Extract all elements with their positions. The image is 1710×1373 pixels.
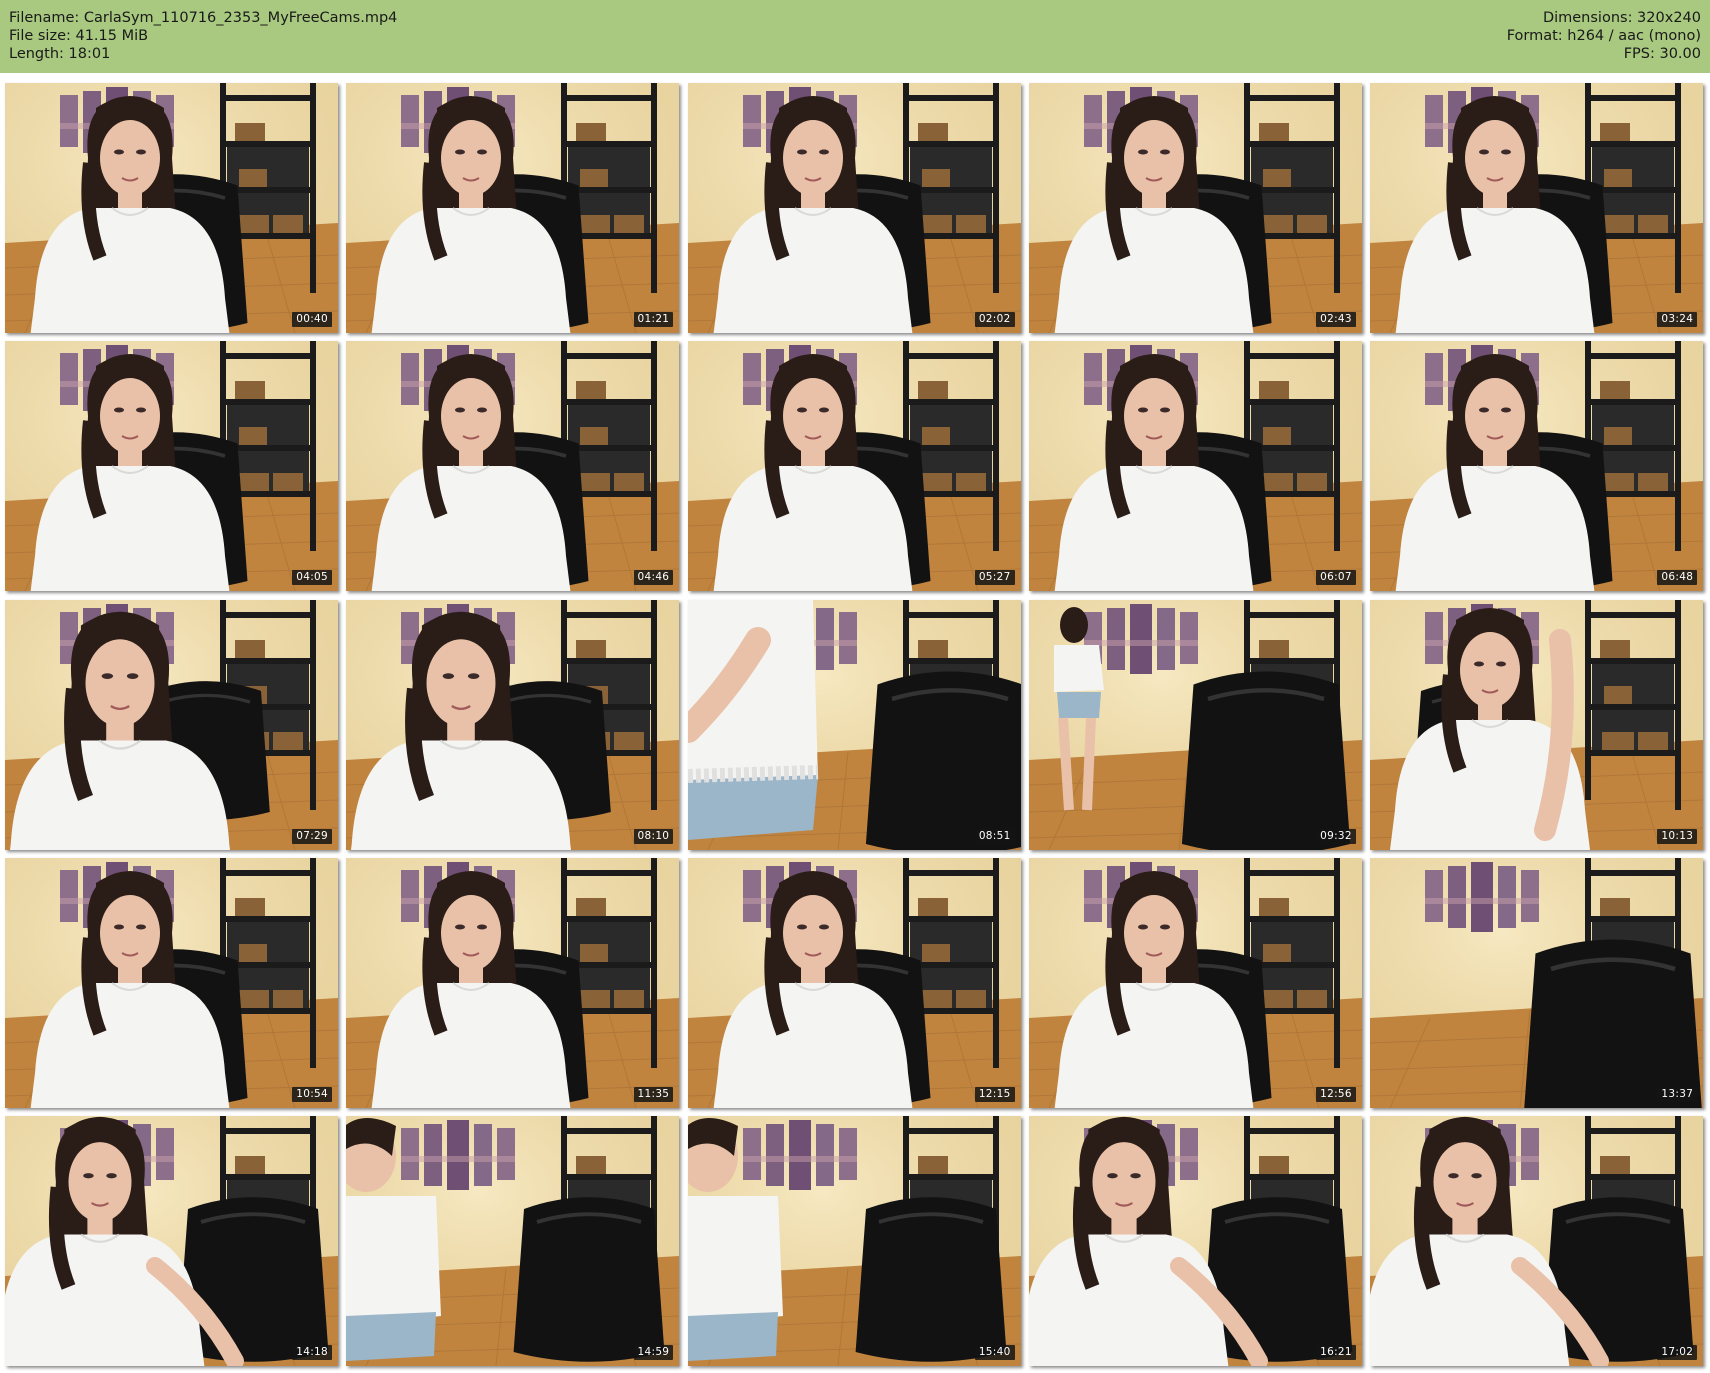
length-text: Length: 18:01 (9, 46, 111, 62)
video-thumbnail: 08:10 (346, 599, 680, 850)
video-thumbnail: 13:37 (1370, 857, 1704, 1108)
timestamp-label: 12:15 (974, 1086, 1015, 1102)
frame-image (346, 1116, 680, 1367)
dimensions-text: Dimensions: 320x240 (1542, 10, 1701, 26)
timestamp-label: 04:05 (292, 570, 332, 586)
timestamp-label: 17:02 (1657, 1345, 1698, 1361)
frame-image (346, 857, 680, 1108)
frame-image (346, 83, 680, 333)
frame-image (346, 341, 680, 592)
video-thumbnail: 06:07 (1028, 341, 1362, 592)
timestamp-label: 05:27 (974, 570, 1015, 586)
timestamp-label: 06:48 (1657, 570, 1698, 586)
timestamp-label: 02:02 (974, 312, 1015, 327)
frame-image (1028, 83, 1362, 333)
video-thumbnail: 02:43 (1028, 83, 1362, 333)
timestamp-label: 03:24 (1657, 312, 1698, 327)
frame-image (5, 599, 338, 850)
frame-image (687, 83, 1021, 333)
video-thumbnail: 04:46 (346, 341, 680, 592)
timestamp-label: 16:21 (1316, 1345, 1356, 1361)
frame-image (1028, 1116, 1362, 1367)
video-thumbnail: 05:27 (687, 341, 1021, 592)
timestamp-label: 11:35 (633, 1086, 674, 1102)
frame-image (1028, 857, 1362, 1108)
timestamp-label: 10:54 (292, 1086, 332, 1102)
frame-image (5, 1116, 338, 1367)
timestamp-label: 06:07 (1316, 570, 1356, 586)
video-thumbnail: 14:59 (346, 1116, 680, 1367)
frame-image (1028, 599, 1362, 850)
info-header: Filename: CarlaSym_110716_2353_MyFreeCam… (0, 0, 1710, 73)
video-thumbnail: 03:24 (1370, 83, 1704, 333)
timestamp-label: 00:40 (292, 312, 332, 327)
frame-image (1370, 599, 1704, 850)
frame-image (5, 857, 338, 1108)
file-info-right: Dimensions: 320x240 Format: h264 / aac (… (1507, 9, 1701, 63)
timestamp-label: 15:40 (974, 1345, 1015, 1361)
frame-image (5, 83, 338, 333)
video-thumbnail: 11:35 (346, 857, 680, 1108)
video-thumbnail: 12:56 (1028, 857, 1362, 1108)
timestamp-label: 08:10 (633, 828, 674, 844)
frame-image (1370, 857, 1704, 1108)
frame-image (1370, 83, 1704, 333)
frame-image (687, 1116, 1021, 1367)
video-thumbnail: 16:21 (1028, 1116, 1362, 1367)
fps-text: FPS: 30.00 (1623, 46, 1701, 62)
timestamp-label: 01:21 (633, 312, 674, 327)
frame-image (687, 857, 1021, 1108)
timestamp-label: 08:51 (974, 828, 1015, 844)
frame-image (1370, 1116, 1704, 1367)
video-thumbnail: 08:51 (687, 599, 1021, 850)
video-thumbnail: 14:18 (5, 1116, 338, 1367)
video-thumbnail: 10:13 (1370, 599, 1704, 850)
frame-image (1370, 341, 1704, 592)
thumbnail-grid: 00:40 01:21 02:02 02:43 03:24 04:05 04:4… (5, 83, 1707, 1371)
timestamp-label: 13:37 (1657, 1086, 1698, 1102)
frame-image (687, 341, 1021, 592)
format-text: Format: h264 / aac (mono) (1506, 28, 1701, 44)
video-thumbnail: 12:15 (687, 857, 1021, 1108)
video-thumbnail: 06:48 (1370, 341, 1704, 592)
video-thumbnail: 10:54 (5, 857, 338, 1108)
frame-image (346, 599, 680, 850)
video-thumbnail: 00:40 (5, 83, 338, 333)
frame-image (687, 599, 1021, 850)
filesize-text: File size: 41.15 MiB (9, 28, 149, 44)
timestamp-label: 02:43 (1316, 312, 1356, 327)
video-thumbnail: 17:02 (1370, 1116, 1704, 1367)
timestamp-label: 14:18 (292, 1345, 332, 1361)
video-thumbnail: 02:02 (687, 83, 1021, 333)
timestamp-label: 14:59 (633, 1345, 674, 1361)
frame-image (1028, 341, 1362, 592)
timestamp-label: 12:56 (1316, 1086, 1356, 1102)
filename-text: Filename: CarlaSym_110716_2353_MyFreeCam… (9, 10, 398, 26)
timestamp-label: 10:13 (1657, 828, 1698, 844)
timestamp-label: 07:29 (292, 828, 332, 844)
timestamp-label: 04:46 (633, 570, 674, 586)
file-info-left: Filename: CarlaSym_110716_2353_MyFreeCam… (9, 9, 397, 63)
video-thumbnail: 04:05 (5, 341, 338, 592)
frame-image (5, 341, 338, 592)
video-thumbnail: 07:29 (5, 599, 338, 850)
video-thumbnail: 15:40 (687, 1116, 1021, 1367)
video-thumbnail: 01:21 (346, 83, 680, 333)
video-thumbnail: 09:32 (1028, 599, 1362, 850)
timestamp-label: 09:32 (1316, 828, 1356, 844)
